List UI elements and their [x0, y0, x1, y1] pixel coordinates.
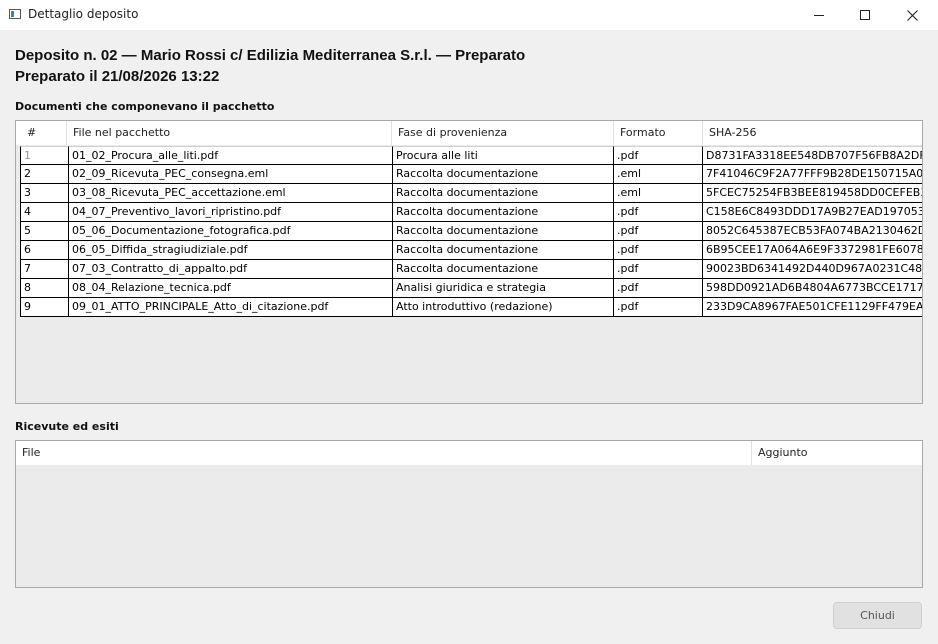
cell-file: 07_03_Contratto_di_appalto.pdf [68, 260, 392, 279]
close-window-button[interactable] [889, 0, 935, 30]
cell-file: 06_05_Diffida_stragiudiziale.pdf [68, 241, 392, 260]
window-title: Dettaglio deposito [28, 7, 139, 21]
cell-sha256: C158E6C8493DDD17A9B27EAD1970538 [702, 203, 922, 222]
cell-number: 7 [20, 260, 68, 279]
column-header-phase[interactable]: Fase di provenienza [391, 121, 613, 145]
cell-phase: Raccolta documentazione [392, 260, 613, 279]
cell-phase: Raccolta documentazione [392, 165, 613, 184]
cell-number: 9 [20, 298, 68, 317]
column-header-sha256[interactable]: SHA-256 [702, 121, 922, 145]
cell-file: 09_01_ATTO_PRINCIPALE_Atto_di_citazione.… [68, 298, 392, 317]
cell-sha256: D8731FA3318EE548DB707F56FB8A2DFA [702, 146, 922, 165]
cell-number: 6 [20, 241, 68, 260]
cell-number: 3 [20, 184, 68, 203]
cell-file: 01_02_Procura_alle_liti.pdf [68, 146, 392, 165]
prepared-date: Preparato il 21/08/2026 13:22 [15, 68, 220, 85]
title-bar[interactable]: Dettaglio deposito [0, 0, 938, 30]
cell-number: 4 [20, 203, 68, 222]
column-header-format[interactable]: Formato [613, 121, 702, 145]
cell-sha256: 6B95CEE17A064A6E9F3372981FE6078D [702, 241, 922, 260]
column-header-added[interactable]: Aggiunto [751, 441, 922, 465]
cell-number: 2 [20, 165, 68, 184]
cell-format: .eml [613, 165, 702, 184]
maximize-button[interactable] [842, 0, 888, 30]
cell-phase: Atto introduttivo (redazione) [392, 298, 613, 317]
cell-phase: Raccolta documentazione [392, 222, 613, 241]
cell-sha256: 8052C645387ECB53FA074BA2130462D4 [702, 222, 922, 241]
cell-sha256: 7F41046C9F2A77FFF9B28DE150715A094 [702, 165, 922, 184]
cell-sha256: 90023BD6341492D440D967A0231C488A [702, 260, 922, 279]
cell-format: .pdf [613, 260, 702, 279]
cell-format: .pdf [613, 241, 702, 260]
cell-sha256: 5FCEC75254FB3BEE819458DD0CEFEB3D [702, 184, 922, 203]
documents-grid[interactable]: # File nel pacchetto Fase di provenienza… [15, 120, 923, 404]
documents-grid-header: # File nel pacchetto Fase di provenienza… [16, 121, 922, 145]
dialog-window: Dettaglio deposito Deposito n. 02 — Mari… [0, 0, 938, 644]
cell-format: .pdf [613, 203, 702, 222]
documents-section-label: Documenti che componevano il pacchetto [15, 100, 275, 113]
minimize-icon [814, 15, 824, 16]
close-button[interactable]: Chiudi [833, 602, 922, 629]
cell-format: .eml [613, 184, 702, 203]
column-header-number[interactable]: # [21, 121, 63, 145]
cell-phase: Raccolta documentazione [392, 241, 613, 260]
column-header-receipt-file[interactable]: File [16, 441, 751, 465]
cell-number: 5 [20, 222, 68, 241]
cell-file: 03_08_Ricevuta_PEC_accettazione.eml [68, 184, 392, 203]
cell-file: 08_04_Relazione_tecnica.pdf [68, 279, 392, 298]
cell-number: 8 [20, 279, 68, 298]
cell-phase: Raccolta documentazione [392, 203, 613, 222]
cell-file: 04_07_Preventivo_lavori_ripristino.pdf [68, 203, 392, 222]
receipts-grid-header: File Aggiunto [16, 441, 922, 465]
cell-number: 1 [20, 146, 68, 165]
cell-format: .pdf [613, 279, 702, 298]
cell-format: .pdf [613, 298, 702, 317]
cell-format: .pdf [613, 146, 702, 165]
cell-sha256: 598DD0921AD6B4804A6773BCCE1717D [702, 279, 922, 298]
close-icon [906, 9, 918, 21]
minimize-button[interactable] [796, 0, 842, 30]
cell-phase: Raccolta documentazione [392, 184, 613, 203]
receipts-grid[interactable]: File Aggiunto [15, 440, 923, 588]
cell-file: 02_09_Ricevuta_PEC_consegna.eml [68, 165, 392, 184]
cell-phase: Procura alle liti [392, 146, 613, 165]
cell-file: 05_06_Documentazione_fotografica.pdf [68, 222, 392, 241]
cell-format: .pdf [613, 222, 702, 241]
receipts-section-label: Ricevute ed esiti [15, 420, 119, 433]
cell-sha256: 233D9CA8967FAE501CFE1129FF479EAE9 [702, 298, 922, 317]
maximize-icon [860, 10, 870, 20]
app-window-icon [9, 9, 21, 19]
deposit-title: Deposito n. 02 — Mario Rossi c/ Edilizia… [15, 47, 526, 64]
column-header-file[interactable]: File nel pacchetto [66, 121, 391, 145]
cell-phase: Analisi giuridica e strategia [392, 279, 613, 298]
